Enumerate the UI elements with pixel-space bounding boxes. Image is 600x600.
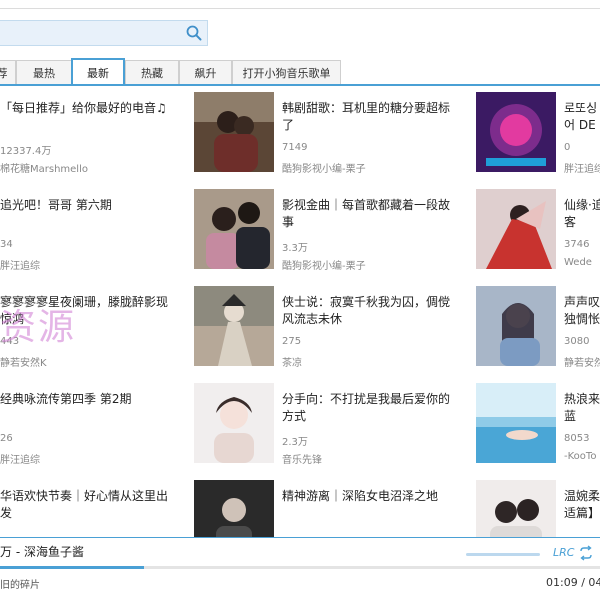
tab-rising[interactable]: 飙升 [179,60,232,85]
playlist-card[interactable]: 로또싱어 DE 15 0 胖汪追综 [476,86,600,183]
playlist-title: 影视金曲｜每首歌都藏着一段故事 [282,198,450,229]
play-count: 275 [282,336,302,347]
playlist-card[interactable]: 热浪来蓝 8053 -KooTo [476,377,600,474]
playlist-author: 静若安然K [0,358,47,369]
now-playing-subtext: 旧的碎片 [0,580,40,591]
now-playing-title: 万 - 深海鱼子酱 [0,545,84,559]
play-count: 2.3万 [282,437,308,448]
playlist-title: 追光吧！哥哥 第六期 [0,198,112,212]
play-count: 443 [0,336,20,347]
playlist-title: 精神游离｜深陷女电沼泽之地 [282,489,439,503]
playlist-title: 韩剧甜歌：耳机里的糖分要超标了 [282,101,450,132]
playback-time: 01:09 / 04 [546,576,600,589]
playlist-title: 로또싱어 DE 15 [564,101,598,132]
tab-recommend[interactable]: 荐 [0,60,16,85]
lyrics-button[interactable]: LRC [553,546,574,559]
window-top-border [0,8,600,9]
playlist-author: 酷狗影视小编-栗子 [282,164,366,175]
playlist-card[interactable]: 「每日推荐」给你最好的电音♫ 12337.4万 棉花糖Marshmello [0,86,190,183]
playlist-author: Wede [564,257,592,268]
play-count: 8053 [564,433,590,444]
playlist-card[interactable]: 声声叹独惆怅 3080 静若安然 [476,280,600,377]
playlist-card[interactable]: 追光吧！哥哥 第六期 34 胖汪追综 [0,183,190,280]
playlist-author: 棉花糖Marshmello [0,164,88,175]
playlist-card[interactable]: 韩剧甜歌：耳机里的糖分要超标了 7149 酷狗影视小编-栗子 [194,86,454,183]
play-count: 12337.4万 [0,146,52,157]
play-count: 7149 [282,142,308,153]
playlist-author: 茶凉 [282,358,302,369]
tab-newest[interactable]: 最新 [71,58,125,86]
playlist-card[interactable]: 寥寥寥寥星夜阑珊，滕胧醉影现惊鸿 443 静若安然K [0,280,190,377]
playlist-title: 侠士说：寂寞千秋我为囚，倜傥风流志未休 [282,295,450,326]
playlist-card[interactable]: 侠士说：寂寞千秋我为囚，倜傥风流志未休 275 茶凉 [194,280,454,377]
playlist-grid: 「每日推荐」给你最好的电音♫ 12337.4万 棉花糖Marshmello 追光… [0,86,600,538]
tab-hottest[interactable]: 最热 [16,60,72,85]
playlist-title: 华语欢快节奏｜好心情从这里出发 [0,489,168,520]
playlist-author: -KooTo [564,451,597,462]
playlist-cover[interactable] [476,480,556,538]
playlist-card[interactable]: 影视金曲｜每首歌都藏着一段故事 3.3万 酷狗影视小编-栗子 [194,183,454,280]
tab-hot-collect[interactable]: 热藏 [125,60,179,85]
play-count: 34 [0,239,13,250]
playlist-cover[interactable] [194,383,274,463]
play-count: 3746 [564,239,590,250]
tab-open-playlist[interactable]: 打开小狗音乐歌单 [232,60,341,85]
player-top-border [0,537,600,538]
play-count: 26 [0,433,13,444]
playlist-card[interactable]: 仙缘·追客 3746 Wede [476,183,600,280]
playlist-title: 热浪来蓝 [564,392,600,423]
playlist-title: 分手向：不打扰是我最后爱你的方式 [282,392,450,423]
loop-icon[interactable] [578,545,594,561]
playlist-card[interactable]: 温婉柔适篇】 [476,474,600,538]
playlist-cover[interactable] [194,189,274,269]
search-box[interactable] [0,20,208,46]
volume-slider[interactable] [466,553,540,556]
playlist-card[interactable]: 经典咏流传第四季 第2期 26 胖汪追综 [0,377,190,474]
playlist-cover[interactable] [194,286,274,366]
playlist-title: 仙缘·追客 [564,198,600,229]
playlist-cover[interactable] [476,189,556,269]
playlist-author: 胖汪追综 [564,164,600,175]
playlist-title: 「每日推荐」给你最好的电音♫ [0,101,167,115]
playlist-cover[interactable] [476,92,556,172]
playlist-title: 经典咏流传第四季 第2期 [0,392,132,406]
playlist-cover[interactable] [194,92,274,172]
playlist-author: 胖汪追综 [0,261,40,272]
playlist-card[interactable]: 华语欢快节奏｜好心情从这里出发 [0,474,190,538]
playlist-title: 寥寥寥寥星夜阑珊，滕胧醉影现惊鸿 [0,295,168,326]
playlist-card[interactable]: 分手向：不打扰是我最后爱你的方式 2.3万 音乐先锋 [194,377,454,474]
playlist-title: 温婉柔适篇】 [564,489,600,520]
playlist-title: 声声叹独惆怅 [564,295,600,326]
progress-fill [0,566,144,569]
playlist-author: 酷狗影视小编-栗子 [282,261,366,272]
search-input[interactable] [0,21,180,45]
playlist-cover[interactable] [194,480,274,538]
playlist-author: 音乐先锋 [282,455,322,466]
play-count: 0 [564,142,571,153]
search-icon[interactable] [185,24,203,42]
playlist-cover[interactable] [476,383,556,463]
play-count: 3.3万 [282,243,308,254]
playlist-cover[interactable] [476,286,556,366]
playlist-author: 胖汪追综 [0,455,40,466]
playlist-author: 静若安然 [564,358,600,369]
play-count: 3080 [564,336,590,347]
playlist-card[interactable]: 精神游离｜深陷女电沼泽之地 [194,474,454,538]
